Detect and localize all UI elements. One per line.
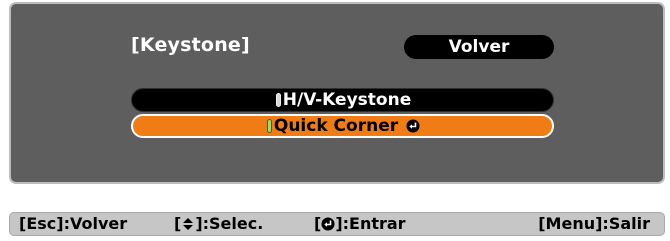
help-enter-close: ] (335, 214, 343, 233)
help-menu: [Menu]:Salir (538, 213, 650, 235)
option-quick-corner[interactable]: Quick Corner (131, 114, 554, 138)
help-enter-action: :Entrar (342, 214, 406, 233)
menu-title: [Keystone] (131, 34, 250, 56)
help-esc-action: :Volver (63, 214, 128, 233)
help-select-open: [ (174, 214, 182, 233)
help-select-action: :Selec. (202, 214, 264, 233)
enter-icon (321, 217, 335, 231)
option-hv-keystone[interactable]: H/V-Keystone (131, 88, 554, 112)
help-select: [ ]:Selec. (174, 213, 263, 235)
projector-osd-screen: [Keystone] Volver H/V-Keystone Quick Cor… (0, 0, 670, 241)
help-enter: [ ]:Entrar (314, 213, 406, 235)
help-menu-key: [Menu] (538, 214, 603, 233)
help-esc-key: [Esc] (19, 214, 64, 233)
option-label: H/V-Keystone (282, 90, 412, 110)
option-indicator-icon (266, 119, 272, 133)
help-enter-open: [ (314, 214, 322, 233)
option-hv-keystone-content: H/V-Keystone (274, 89, 411, 111)
back-button[interactable]: Volver (404, 35, 554, 59)
help-bar: [Esc]:Volver [ ]:Selec. [ ]:Entrar [Menu… (9, 212, 665, 236)
help-esc: [Esc]:Volver (19, 213, 127, 235)
option-quick-corner-content: Quick Corner (265, 115, 420, 137)
enter-icon (406, 119, 420, 133)
option-indicator-icon (275, 93, 281, 107)
keystone-menu-panel: [Keystone] Volver H/V-Keystone Quick Cor… (9, 2, 665, 184)
up-down-arrow-icon (183, 218, 194, 230)
help-menu-action: :Salir (602, 214, 650, 233)
help-select-close: ] (195, 214, 203, 233)
option-label: Quick Corner (273, 116, 399, 136)
